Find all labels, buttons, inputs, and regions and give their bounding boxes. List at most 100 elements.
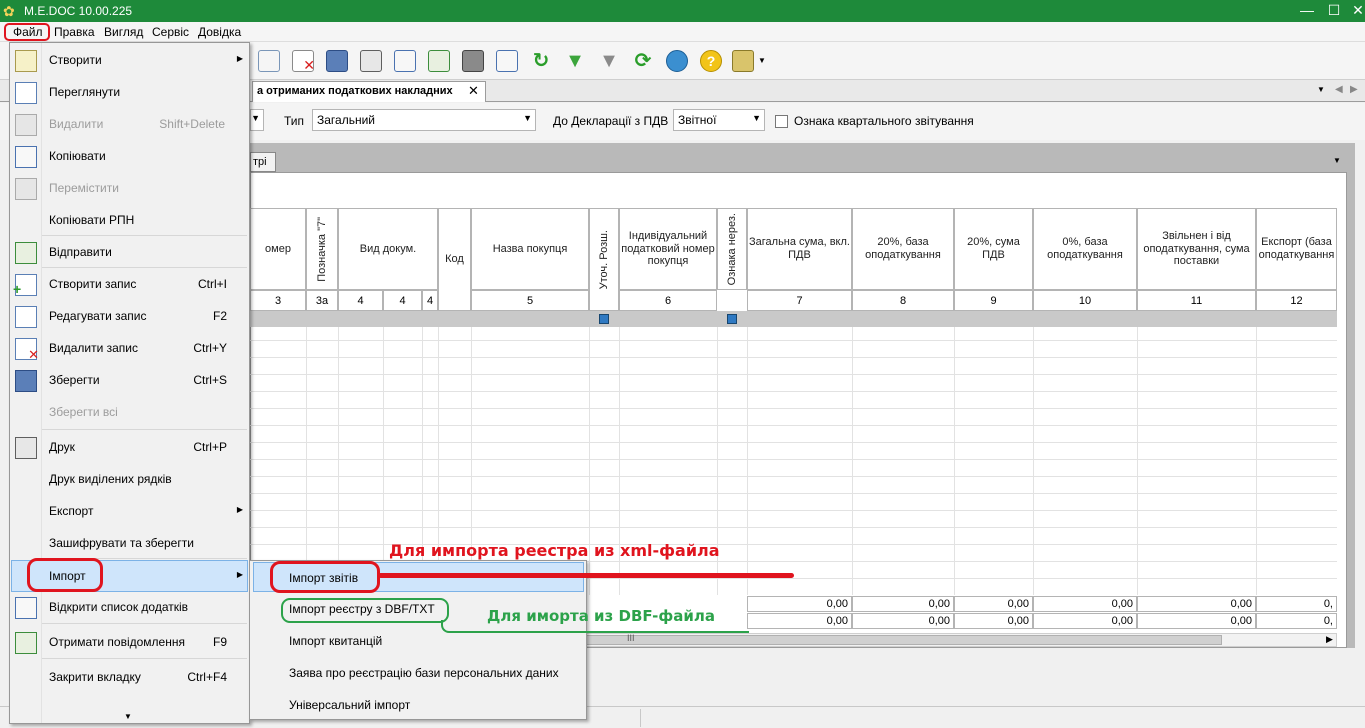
header-base20[interactable]: 20%, база оподаткування xyxy=(852,208,954,290)
menu-item-create[interactable]: Створити ▶ xyxy=(10,44,249,76)
header-export[interactable]: Експорт (база оподаткування xyxy=(1256,208,1337,290)
menu-item-get-messages[interactable]: Отримати повідомлення F9 xyxy=(10,626,249,658)
add-record-icon: + xyxy=(13,274,37,297)
menu-item-view[interactable]: Переглянути xyxy=(10,76,249,108)
header-number[interactable]: омер xyxy=(250,208,306,290)
save-icon[interactable] xyxy=(326,50,348,72)
menu-item-create-record[interactable]: + Створити запис Ctrl+I xyxy=(10,268,249,300)
tab-received-invoices[interactable]: а отриманих податкових накладних xyxy=(252,81,486,102)
declaration-select-value: Звітної xyxy=(678,113,717,127)
type-select-value: Загальний xyxy=(317,113,375,127)
header-vat20[interactable]: 20%, сума ПДВ xyxy=(954,208,1033,290)
panel-menu-icon[interactable]: ▼ xyxy=(1333,156,1341,165)
header-mark7[interactable]: Позначка "7" xyxy=(306,208,338,290)
delete-record-icon[interactable]: ✕ xyxy=(292,50,315,73)
submenu-item-import-receipts[interactable]: Імпорт квитанцій xyxy=(250,625,586,657)
menu-service[interactable]: Сервіс xyxy=(152,25,189,39)
tab-list-icon[interactable]: ▼ xyxy=(1317,85,1325,94)
menu-file[interactable]: Файл xyxy=(13,25,43,39)
minimize-icon[interactable]: — xyxy=(1295,0,1319,22)
print-icon[interactable] xyxy=(360,50,382,72)
menu-item-label: Створити запис xyxy=(49,277,137,291)
menu-edit[interactable]: Правка xyxy=(54,25,95,39)
menu-view[interactable]: Вигляд xyxy=(104,25,143,39)
filter-icon[interactable]: ▼ xyxy=(564,50,586,72)
title-bar: ✿ M.E.DOC 10.00.225 — ☐ ✕ xyxy=(0,0,1365,22)
quarterly-checkbox[interactable] xyxy=(775,115,788,128)
menu-item-print-selected[interactable]: Друк виділених рядків xyxy=(10,463,249,495)
menu-help[interactable]: Довідка xyxy=(198,25,241,39)
submenu-item-universal-import[interactable]: Універсальний імпорт xyxy=(250,689,586,721)
menu-item-move[interactable]: Перемістити xyxy=(10,172,249,204)
total-cell: 0,00 xyxy=(1033,613,1137,629)
menu-item-label: Друк xyxy=(49,440,75,454)
close-icon[interactable]: ✕ xyxy=(1346,0,1365,22)
menu-item-delete[interactable]: Видалити Shift+Delete xyxy=(10,108,249,140)
tab-next-icon[interactable]: ▶ xyxy=(1350,84,1358,95)
header-buyer-name[interactable]: Назва покупця xyxy=(471,208,589,290)
submenu-item-personal-data-registration[interactable]: Заява про реєстрацію бази персональних д… xyxy=(250,657,586,689)
print-icon xyxy=(15,437,37,459)
total-cell: 0,00 xyxy=(1137,613,1256,629)
menu-item-label: Редагувати запис xyxy=(49,309,147,323)
edit-record-icon[interactable] xyxy=(258,50,280,72)
scroll-right-icon[interactable]: ▶ xyxy=(1326,634,1333,645)
column-number: 4 xyxy=(422,290,438,311)
checklist-icon[interactable] xyxy=(496,50,518,72)
menu-item-label: Експорт xyxy=(49,504,94,518)
header-code[interactable]: Код xyxy=(438,208,471,311)
refresh-icon[interactable]: ↻ xyxy=(530,50,552,72)
binoculars-icon[interactable] xyxy=(462,50,484,72)
submenu-item-label: Заява про реєстрацію бази персональних д… xyxy=(289,666,559,680)
menu-item-save[interactable]: Зберегти Ctrl+S xyxy=(10,364,249,396)
subtab-registers[interactable]: трі xyxy=(250,152,276,172)
tab-close-icon[interactable]: ✕ xyxy=(468,83,479,99)
column-number: 3 xyxy=(250,290,306,311)
menu-item-edit-record[interactable]: Редагувати запис F2 xyxy=(10,300,249,332)
header-doc-kind[interactable]: Вид докум. xyxy=(338,208,438,290)
menu-item-delete-record[interactable]: ✕ Видалити запис Ctrl+Y xyxy=(10,332,249,364)
receive-mail-icon xyxy=(15,632,37,654)
menu-item-save-all[interactable]: Зберегти всі xyxy=(10,396,249,428)
header-ipn[interactable]: Індивідуальний податковий номер покупця xyxy=(619,208,717,290)
horizontal-scrollbar-thumb[interactable] xyxy=(582,635,1222,645)
menu-scroll-down-icon[interactable]: ▼ xyxy=(124,712,132,721)
menu-item-send[interactable]: Відправити xyxy=(10,236,249,268)
type-select[interactable]: Загальний ▼ xyxy=(312,109,536,131)
nonresident-filter-checkbox[interactable] xyxy=(727,314,737,324)
tab-prev-icon[interactable]: ◀ xyxy=(1335,84,1343,95)
header-exempt[interactable]: Звільнен і від оподаткування, сума поста… xyxy=(1137,208,1256,290)
menu-item-close-tab[interactable]: Закрити вкладку Ctrl+F4 xyxy=(10,661,249,693)
header-total[interactable]: Загальна сума, вкл. ПДВ xyxy=(747,208,852,290)
menu-item-print[interactable]: Друк Ctrl+P xyxy=(10,431,249,463)
globe-icon[interactable] xyxy=(666,50,688,72)
declaration-select[interactable]: Звітної ▼ xyxy=(673,109,765,131)
menu-item-export[interactable]: Експорт ▶ xyxy=(10,495,249,527)
import-highlight-ring xyxy=(27,558,103,592)
menu-item-label: Перемістити xyxy=(49,181,119,195)
maximize-icon[interactable]: ☐ xyxy=(1322,0,1346,22)
grid-col-line xyxy=(747,327,748,595)
clarification-filter-checkbox[interactable] xyxy=(599,314,609,324)
help-icon[interactable]: ? xyxy=(700,50,722,72)
menu-item-open-attachments[interactable]: Відкрити список додатків xyxy=(10,591,249,623)
menu-item-copy[interactable]: Копіювати xyxy=(10,140,249,172)
period-combo[interactable]: ▼ xyxy=(250,109,264,131)
send-icon[interactable] xyxy=(428,50,450,72)
menu-item-copy-rpn[interactable]: Копіювати РПН xyxy=(10,204,249,236)
sync-icon[interactable]: ⟳ xyxy=(632,50,654,72)
header-clarification[interactable]: Уточ. Розш. xyxy=(589,208,619,311)
clear-filter-icon[interactable]: ▼ xyxy=(598,50,620,72)
menu-item-encrypt-save[interactable]: Зашифрувати та зберегти xyxy=(10,527,249,559)
menu-item-shortcut: Ctrl+I xyxy=(197,277,227,291)
extra-tools-icon[interactable] xyxy=(732,50,754,72)
chevron-down-icon[interactable]: ▼ xyxy=(758,56,766,65)
menu-item-shortcut: Ctrl+S xyxy=(193,373,227,387)
menu-item-label: Створити xyxy=(49,53,102,67)
total-cell: 0,00 xyxy=(954,613,1033,629)
header-mark7-label: Позначка "7" xyxy=(315,216,328,282)
header-base0[interactable]: 0%, база оподаткування xyxy=(1033,208,1137,290)
total-cell: 0,00 xyxy=(747,596,852,612)
copy-icon[interactable] xyxy=(394,50,416,72)
header-nonresident[interactable]: Ознака нерез. xyxy=(717,208,747,290)
